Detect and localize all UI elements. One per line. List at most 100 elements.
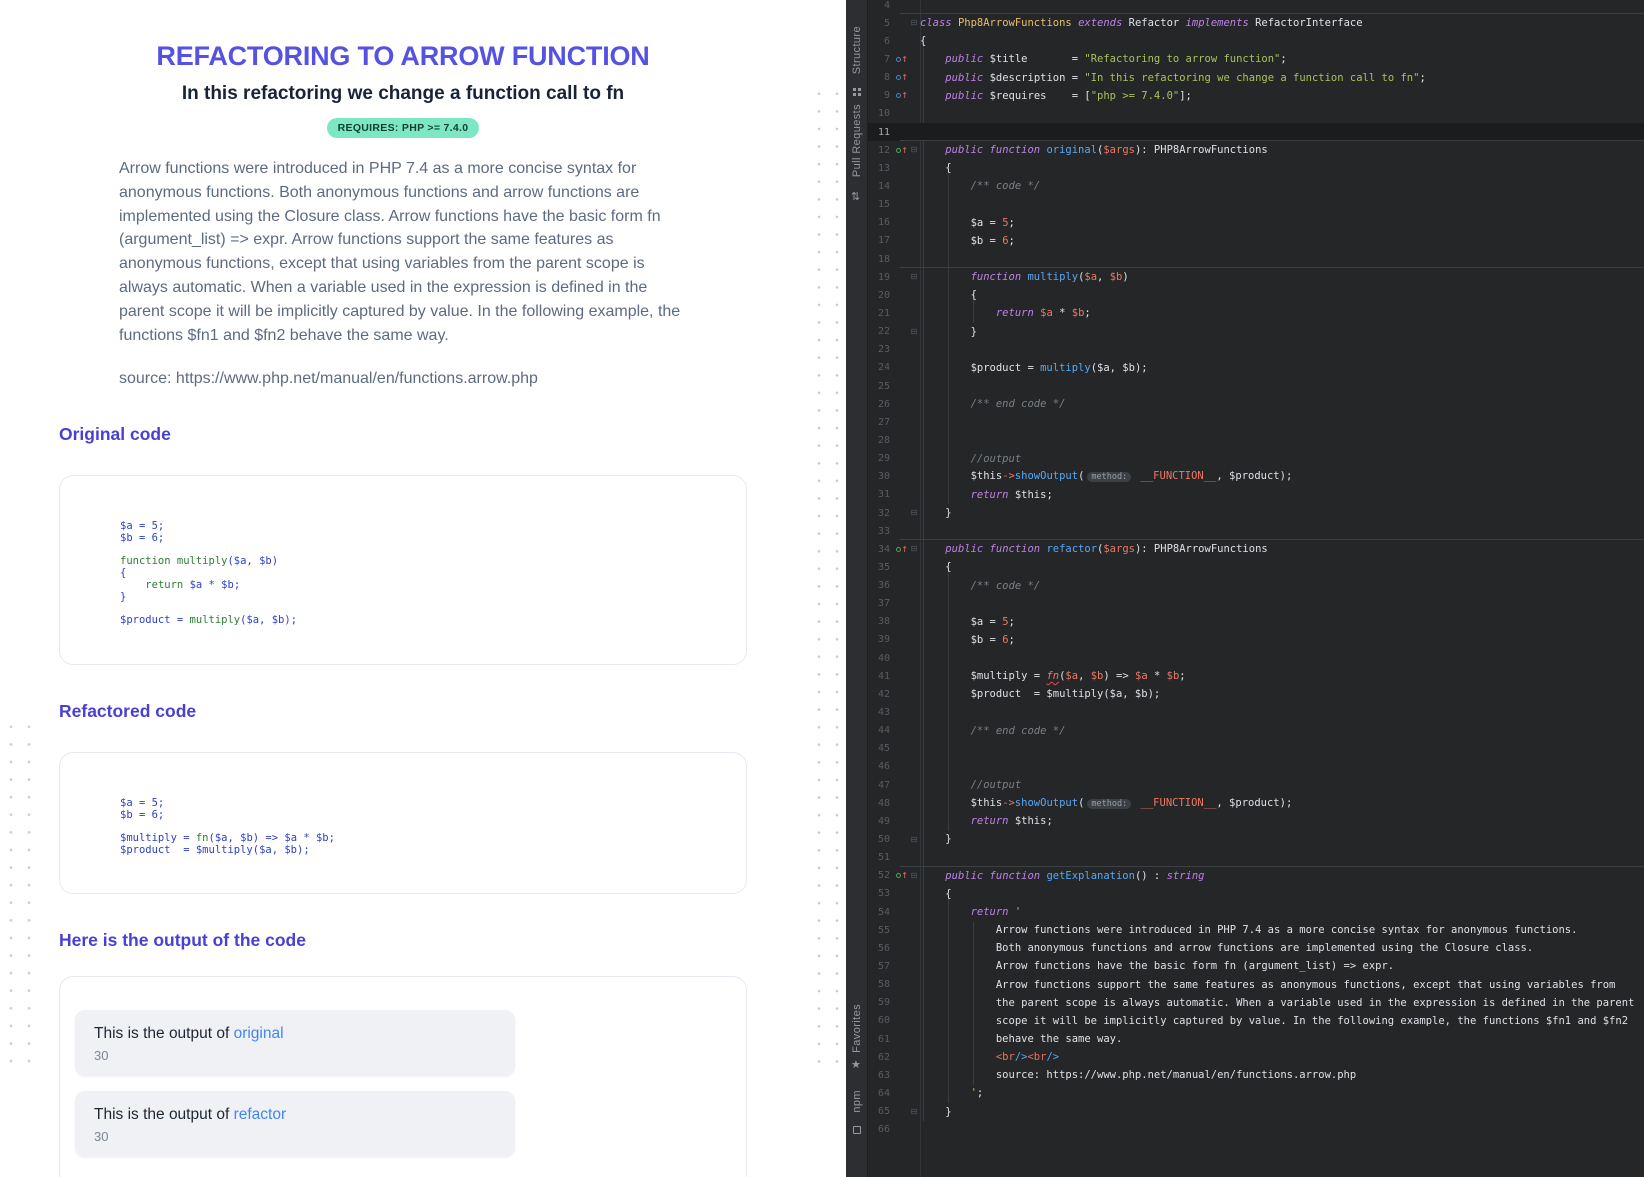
line-number[interactable]: 13: [868, 163, 890, 174]
code-line[interactable]: 42 $product = $multiply($a, $b);: [868, 685, 1644, 703]
code-line[interactable]: 7 ↑ public $title = "Refactoring to arrow…: [868, 50, 1644, 68]
code-line[interactable]: 13 {: [868, 159, 1644, 177]
fold-marker-icon[interactable]: ⊟: [908, 835, 920, 844]
code-text[interactable]: /** code */: [920, 577, 1644, 595]
code-text[interactable]: source: https://www.php.net/manual/en/fu…: [920, 1066, 1644, 1084]
line-number[interactable]: 56: [868, 943, 890, 954]
line-number[interactable]: 40: [868, 653, 890, 664]
line-number[interactable]: 48: [868, 798, 890, 809]
line-number[interactable]: 11: [868, 127, 890, 138]
code-line[interactable]: 29 //output: [868, 450, 1644, 468]
code-text[interactable]: $a = 5;: [920, 613, 1644, 631]
code-line[interactable]: 63 source: https://www.php.net/manual/en…: [868, 1066, 1644, 1084]
code-line[interactable]: 18: [868, 250, 1644, 268]
code-line[interactable]: 11: [868, 122, 1644, 142]
code-line[interactable]: 65 ⊟ }: [868, 1103, 1644, 1121]
line-number[interactable]: 16: [868, 217, 890, 228]
code-line[interactable]: 17 $b = 6;: [868, 232, 1644, 250]
code-line[interactable]: 23: [868, 341, 1644, 359]
line-number[interactable]: 50: [868, 834, 890, 845]
tool-window-pull-requests[interactable]: Pull Requests: [846, 104, 868, 177]
line-number[interactable]: 25: [868, 381, 890, 392]
code-line[interactable]: 52 ↑ ⊟ public function getExplanation() : …: [868, 865, 1644, 885]
line-number[interactable]: 62: [868, 1052, 890, 1063]
code-line[interactable]: 34 ↑ ⊟ public function refactor($args): PH…: [868, 539, 1644, 558]
square-icon[interactable]: [853, 1126, 861, 1134]
code-text[interactable]: $b = 6;: [920, 232, 1644, 250]
code-line[interactable]: 50 ⊟ }: [868, 830, 1644, 848]
code-text[interactable]: return $this;: [920, 486, 1644, 504]
code-line[interactable]: 33: [868, 522, 1644, 540]
code-line[interactable]: 40: [868, 649, 1644, 667]
method-gutter-icon[interactable]: ↑: [890, 545, 908, 554]
line-number[interactable]: 65: [868, 1106, 890, 1117]
line-number[interactable]: 8: [868, 72, 890, 83]
code-line[interactable]: 21 return $a * $b;: [868, 304, 1644, 322]
line-number[interactable]: 28: [868, 435, 890, 446]
code-text[interactable]: Both anonymous functions and arrow funct…: [920, 939, 1644, 957]
grid-squares-icon[interactable]: [853, 88, 856, 91]
line-number[interactable]: 41: [868, 671, 890, 682]
code-line[interactable]: 55 Arrow functions were introduced in PH…: [868, 921, 1644, 939]
code-text[interactable]: $multiply = fn($a, $b) => $a * $b;: [920, 667, 1644, 685]
line-number[interactable]: 36: [868, 580, 890, 591]
line-number[interactable]: 49: [868, 816, 890, 827]
code-line[interactable]: 39 $b = 6;: [868, 631, 1644, 649]
line-number[interactable]: 26: [868, 399, 890, 410]
code-text[interactable]: behave the same way.: [920, 1030, 1644, 1048]
code-line[interactable]: 22 ⊟ }: [868, 323, 1644, 341]
line-number[interactable]: 4: [868, 0, 890, 11]
code-text[interactable]: }: [920, 323, 1644, 341]
code-text[interactable]: //output: [920, 776, 1644, 794]
code-line[interactable]: 43: [868, 703, 1644, 721]
line-number[interactable]: 51: [868, 852, 890, 863]
line-number[interactable]: 18: [868, 254, 890, 265]
code-line[interactable]: 46: [868, 758, 1644, 776]
line-number[interactable]: 55: [868, 925, 890, 936]
fold-marker-icon[interactable]: ⊟: [908, 146, 920, 154]
code-line[interactable]: 27: [868, 413, 1644, 431]
line-number[interactable]: 60: [868, 1015, 890, 1026]
code-text[interactable]: return $a * $b;: [920, 304, 1644, 322]
code-text[interactable]: /** end code */: [920, 395, 1644, 413]
code-line[interactable]: 35 {: [868, 558, 1644, 576]
code-line[interactable]: 64 ';: [868, 1084, 1644, 1102]
line-number[interactable]: 43: [868, 707, 890, 718]
code-text[interactable]: Arrow functions support the same feature…: [920, 976, 1644, 994]
line-number[interactable]: 33: [868, 526, 890, 537]
code-text[interactable]: {: [920, 558, 1644, 576]
line-number[interactable]: 17: [868, 235, 890, 246]
code-line[interactable]: 14 /** code */: [868, 177, 1644, 195]
line-number[interactable]: 58: [868, 979, 890, 990]
line-number[interactable]: 59: [868, 997, 890, 1008]
fold-marker-icon[interactable]: ⊟: [908, 19, 920, 27]
code-text[interactable]: /** code */: [920, 177, 1644, 195]
code-line[interactable]: 25: [868, 377, 1644, 395]
code-line[interactable]: 60 scope it will be implicitly captured …: [868, 1012, 1644, 1030]
line-number[interactable]: 9: [868, 90, 890, 101]
line-number[interactable]: 61: [868, 1034, 890, 1045]
code-text[interactable]: $this->showOutput(method: __FUNCTION__, …: [920, 467, 1644, 486]
property-gutter-icon[interactable]: ↑: [890, 55, 908, 64]
line-number[interactable]: 30: [868, 471, 890, 482]
code-text[interactable]: $a = 5;: [920, 214, 1644, 232]
code-line[interactable]: 32 ⊟ }: [868, 504, 1644, 522]
fold-marker-icon[interactable]: ⊟: [908, 1107, 920, 1116]
code-text[interactable]: Arrow functions were introduced in PHP 7…: [920, 921, 1644, 939]
code-text[interactable]: public function getExplanation() : strin…: [920, 867, 1644, 885]
code-text[interactable]: $product = $multiply($a, $b);: [920, 685, 1644, 703]
code-line[interactable]: 15: [868, 196, 1644, 214]
line-number[interactable]: 54: [868, 907, 890, 918]
code-text[interactable]: return ': [920, 903, 1644, 921]
code-text[interactable]: }: [920, 1103, 1644, 1121]
line-number[interactable]: 24: [868, 362, 890, 373]
code-text[interactable]: public function original($args): PHP8Arr…: [920, 141, 1644, 159]
line-number[interactable]: 6: [868, 36, 890, 47]
line-number[interactable]: 53: [868, 888, 890, 899]
method-gutter-icon[interactable]: ↑: [890, 871, 908, 880]
code-line[interactable]: 41 $multiply = fn($a, $b) => $a * $b;: [868, 667, 1644, 685]
code-line[interactable]: 28: [868, 431, 1644, 449]
code-line[interactable]: 30 $this->showOutput(method: __FUNCTION_…: [868, 468, 1644, 486]
code-line[interactable]: 26 /** end code */: [868, 395, 1644, 413]
fold-marker-icon[interactable]: ⊟: [908, 327, 920, 336]
